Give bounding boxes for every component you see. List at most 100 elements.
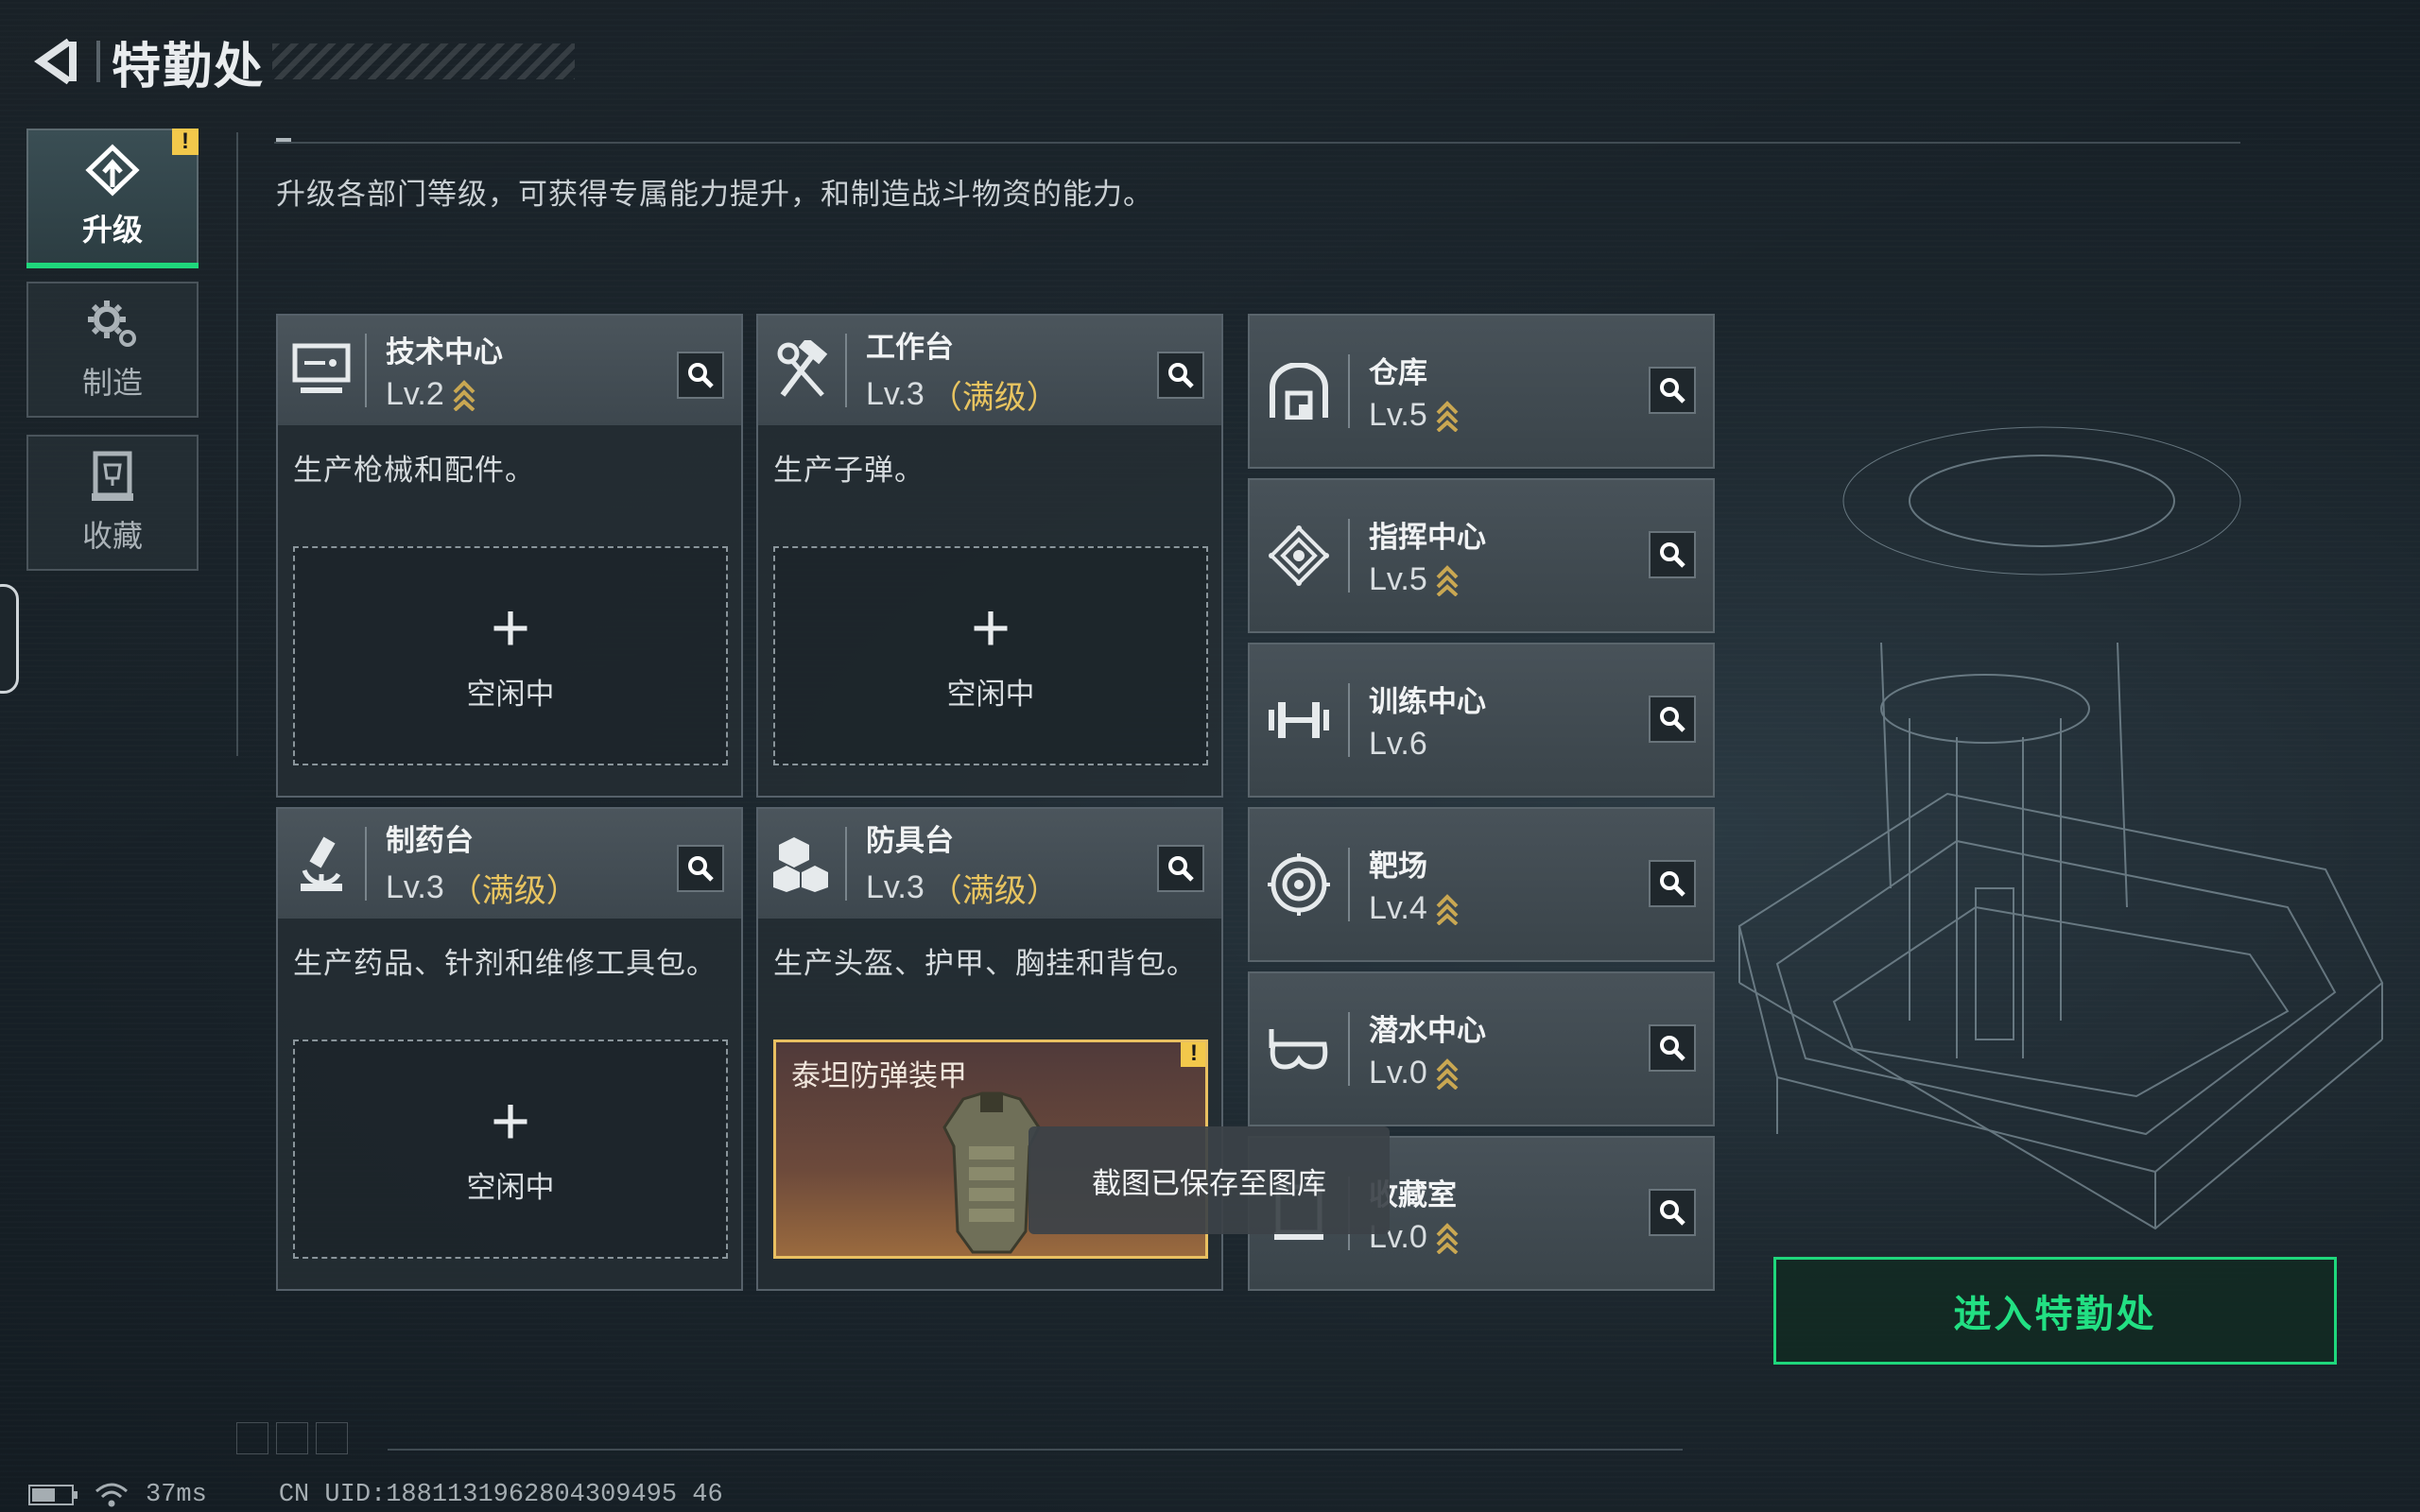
search-icon	[1660, 542, 1685, 568]
trophy-icon	[92, 451, 133, 501]
room-level: Lv.4	[1369, 890, 1460, 927]
status-bar: 37ms CN UID:1881131962804309495 46	[28, 1479, 723, 1511]
max-level-tag: （满级）	[929, 380, 1059, 416]
title-decoration	[272, 43, 575, 79]
alert-badge: !	[172, 129, 199, 155]
room-name: 训练中心	[1369, 685, 1486, 718]
room-name: 指挥中心	[1369, 521, 1486, 554]
inspect-button[interactable]	[1649, 860, 1696, 907]
room-card-shooting-range[interactable]: 靶场 Lv.4	[1248, 807, 1715, 962]
search-icon	[1660, 378, 1685, 404]
nav-tab-craft[interactable]: 制造	[26, 282, 199, 418]
hammer-wrench-icon	[777, 340, 828, 397]
room-card-training-center[interactable]: 训练中心 Lv.6	[1248, 643, 1715, 798]
production-slot-idle[interactable]: + 空闲中	[293, 546, 728, 765]
card-header: 防具台 Lv.3 （满级）	[758, 809, 1221, 919]
nav-tab-label: 收藏	[81, 519, 143, 553]
level-text: Lv.5	[1369, 561, 1427, 597]
facility-name: 工作台	[866, 331, 954, 364]
header-divider	[1348, 519, 1350, 593]
room-name: 潜水中心	[1369, 1014, 1486, 1047]
card-header: 技术中心 Lv.2	[278, 316, 741, 425]
level-text: Lv.2	[386, 376, 444, 412]
nav-tab-label: 升级	[81, 213, 143, 247]
facility-card-pharmacy[interactable]: 制药台 Lv.3 （满级） 生产药品、针剂和维修工具包。 + 空闲中	[276, 807, 743, 1291]
inspect-button[interactable]	[1157, 352, 1204, 399]
inspect-button[interactable]	[1157, 845, 1204, 892]
search-icon	[1660, 871, 1685, 897]
header-separator	[96, 41, 100, 82]
search-icon	[1168, 856, 1194, 882]
inspect-button[interactable]	[677, 845, 724, 892]
slot-status: 空闲中	[466, 677, 555, 711]
target-icon	[1268, 853, 1330, 916]
back-button[interactable]	[26, 31, 83, 92]
header-divider	[1348, 1012, 1350, 1086]
divider-line	[274, 142, 2240, 144]
facility-description: 生产子弹。	[773, 454, 925, 487]
search-icon	[1660, 707, 1685, 732]
search-icon	[688, 363, 714, 388]
search-icon	[1660, 1200, 1685, 1226]
header-divider	[1348, 848, 1350, 921]
upgrade-icon	[85, 144, 140, 197]
level-text: Lv.5	[1369, 397, 1427, 433]
upgrade-chevron-icon	[1436, 400, 1459, 432]
diving-mask-icon	[1269, 1029, 1328, 1070]
inspect-button[interactable]	[677, 352, 724, 399]
dumbbell-icon	[1269, 702, 1329, 738]
bottom-decoration	[236, 1422, 348, 1454]
facility-level: Lv.3 （满级）	[386, 865, 579, 911]
divider-line	[236, 132, 238, 756]
level-text: Lv.6	[1369, 726, 1427, 762]
level-text: Lv.4	[1369, 890, 1427, 926]
facility-level: Lv.3 （满级）	[866, 371, 1059, 418]
facility-card-workbench[interactable]: 工作台 Lv.3 （满级） 生产子弹。 + 空闲中	[756, 314, 1223, 798]
inspect-button[interactable]	[1649, 1189, 1696, 1236]
inspect-button[interactable]	[1649, 531, 1696, 578]
page-title: 特勤处	[112, 39, 266, 94]
level-text: Lv.3	[386, 869, 444, 905]
production-slot-idle[interactable]: + 空闲中	[773, 546, 1208, 765]
facility-description: 生产头盔、护甲、胸挂和背包。	[773, 947, 1197, 980]
inspect-button[interactable]	[1649, 1024, 1696, 1072]
enter-special-ops-button[interactable]: 进入特勤处	[1773, 1257, 2337, 1365]
add-icon: +	[490, 1083, 531, 1160]
production-slot-idle[interactable]: + 空闲中	[293, 1040, 728, 1259]
facility-description: 生产枪械和配件。	[293, 454, 535, 487]
facility-level: Lv.2	[386, 376, 503, 413]
nav-tab-upgrade[interactable]: 升级 !	[26, 129, 199, 268]
room-card-diving-center[interactable]: 潜水中心 Lv.0	[1248, 971, 1715, 1126]
upgrade-chevron-icon	[1436, 1057, 1459, 1090]
nav-tab-collection[interactable]: 收藏	[26, 435, 199, 571]
facility-description: 生产药品、针剂和维修工具包。	[293, 947, 717, 980]
card-header: 工作台 Lv.3 （满级）	[758, 316, 1221, 425]
base-structure-illustration	[1737, 426, 2384, 1230]
facility-card-tech-center[interactable]: 技术中心 Lv.2 生产枪械和配件。 + 空闲中	[276, 314, 743, 798]
header-divider	[1348, 683, 1350, 757]
enter-button-label: 进入特勤处	[1953, 1294, 2157, 1335]
upgrade-chevron-icon	[1436, 564, 1459, 596]
room-level: Lv.5	[1369, 561, 1486, 598]
side-drawer-handle[interactable]	[0, 584, 19, 694]
room-card-command-center[interactable]: 指挥中心 Lv.5	[1248, 478, 1715, 633]
room-name: 靶场	[1369, 850, 1427, 883]
warehouse-icon	[1270, 363, 1328, 420]
search-icon	[1168, 363, 1194, 388]
header-divider	[365, 334, 367, 407]
level-text: Lv.0	[1369, 1055, 1427, 1091]
inspect-button[interactable]	[1649, 367, 1696, 414]
header-divider	[845, 334, 847, 407]
max-level-tag: （满级）	[929, 873, 1059, 909]
room-card-warehouse[interactable]: 仓库 Lv.5	[1248, 314, 1715, 469]
upgrade-chevron-icon	[1436, 1222, 1459, 1254]
latency-text: 37ms	[146, 1481, 207, 1509]
command-icon	[1269, 525, 1329, 586]
room-name: 仓库	[1369, 356, 1427, 389]
add-icon: +	[490, 590, 531, 666]
header-divider	[845, 827, 847, 901]
wifi-icon	[95, 1483, 128, 1507]
search-icon	[1660, 1036, 1685, 1061]
inspect-button[interactable]	[1649, 696, 1696, 743]
room-level: Lv.0	[1369, 1055, 1486, 1091]
